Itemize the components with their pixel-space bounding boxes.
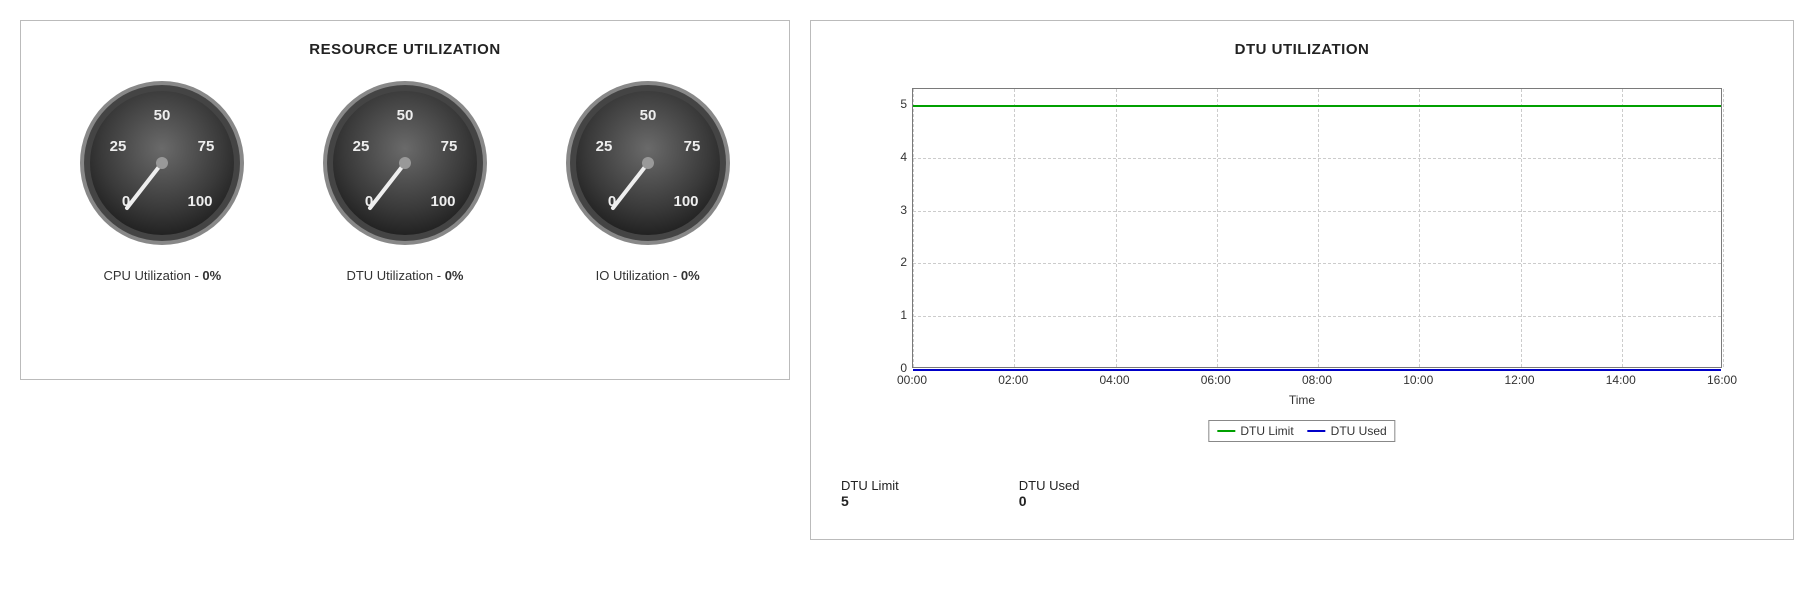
gauge-dtu-label: DTU Utilization - 0% [346,268,463,283]
gridline-v [1521,89,1522,367]
y-tick-label: 3 [877,203,907,217]
summary-dtu-used: DTU Used 0 [1019,478,1080,509]
svg-text:100: 100 [430,193,455,210]
dtu-utilization-panel: DTU UTILIZATION Time DTU Limit DTU Used 0… [810,20,1794,540]
gauge-cpu-label-text: CPU Utilization - [103,268,202,283]
svg-text:75: 75 [683,138,700,155]
gauge-cpu-label: CPU Utilization - 0% [103,268,221,283]
svg-text:75: 75 [441,138,458,155]
x-tick-label: 16:00 [1707,373,1737,387]
svg-text:25: 25 [353,138,370,155]
gridline-v [913,89,914,367]
legend-swatch-icon [1308,430,1326,432]
y-tick-label: 1 [877,308,907,322]
x-tick-label: 00:00 [897,373,927,387]
gauge-cpu-value: 0% [202,268,221,283]
y-tick-label: 5 [877,97,907,111]
svg-text:100: 100 [673,193,698,210]
resource-utilization-panel: RESOURCE UTILIZATION [20,20,790,380]
dtu-chart: Time DTU LimitDTU Used 012345 00:0002:00… [862,78,1742,398]
gauge-tick-100: 100 [188,193,213,210]
series-dtu-limit [913,105,1721,107]
gridline-v [1217,89,1218,367]
legend-label: DTU Used [1331,424,1387,438]
gauge-io: 0 25 50 75 100 IO Utilization - 0% [563,78,733,283]
gauge-tick-25: 25 [110,138,127,155]
gridline-v [1116,89,1117,367]
gridline-h [913,158,1721,159]
gauge-io-dial: 0 25 50 75 100 [563,78,733,248]
summary-dtu-limit-value: 5 [841,493,899,509]
gridline-v [1014,89,1015,367]
x-tick-label: 04:00 [1099,373,1129,387]
x-tick-label: 12:00 [1504,373,1534,387]
gridline-v [1318,89,1319,367]
gauges-row: 0 25 50 75 100 CPU Utilization - 0% [41,78,769,283]
summary-dtu-used-label: DTU Used [1019,478,1080,493]
dtu-summary: DTU Limit 5 DTU Used 0 [831,478,1773,509]
svg-text:50: 50 [639,107,656,124]
summary-dtu-used-value: 0 [1019,493,1080,509]
x-tick-label: 10:00 [1403,373,1433,387]
legend-item: DTU Used [1308,424,1387,438]
legend-swatch-icon [1217,430,1235,432]
plot-area [912,88,1722,368]
legend-label: DTU Limit [1240,424,1293,438]
gauge-io-label: IO Utilization - 0% [596,268,700,283]
gauge-tick-75: 75 [198,138,215,155]
gridline-v [1419,89,1420,367]
gauge-dtu-value: 0% [445,268,464,283]
x-tick-label: 08:00 [1302,373,1332,387]
series-dtu-used [913,369,1721,371]
svg-text:50: 50 [397,107,414,124]
dashboard-container: RESOURCE UTILIZATION [20,20,1794,540]
svg-text:25: 25 [595,138,612,155]
gauge-cpu-dial: 0 25 50 75 100 [77,78,247,248]
x-tick-label: 02:00 [998,373,1028,387]
chart-legend: DTU Limit DTU Used [1208,420,1395,442]
gauge-io-label-text: IO Utilization - [596,268,681,283]
gauge-dtu-dial: 0 25 50 75 100 [320,78,490,248]
y-tick-label: 4 [877,150,907,164]
gauge-dtu: 0 25 50 75 100 DTU Utilization - 0% [320,78,490,283]
gridline-h [913,263,1721,264]
gridline-h [913,316,1721,317]
y-tick-label: 2 [877,255,907,269]
dtu-util-title: DTU UTILIZATION [831,41,1773,58]
x-axis-label: Time [1289,393,1315,407]
gridline-h [913,211,1721,212]
legend-item: DTU Limit [1217,424,1293,438]
gauge-io-value: 0% [681,268,700,283]
gridline-v [1622,89,1623,367]
summary-dtu-limit-label: DTU Limit [841,478,899,493]
x-tick-label: 06:00 [1201,373,1231,387]
x-tick-label: 14:00 [1606,373,1636,387]
gauge-cpu: 0 25 50 75 100 CPU Utilization - 0% [77,78,247,283]
gauge-dtu-label-text: DTU Utilization - [346,268,444,283]
resource-util-title: RESOURCE UTILIZATION [41,41,769,58]
gridline-v [1723,89,1724,367]
gauge-tick-50: 50 [154,107,171,124]
summary-dtu-limit: DTU Limit 5 [841,478,899,509]
